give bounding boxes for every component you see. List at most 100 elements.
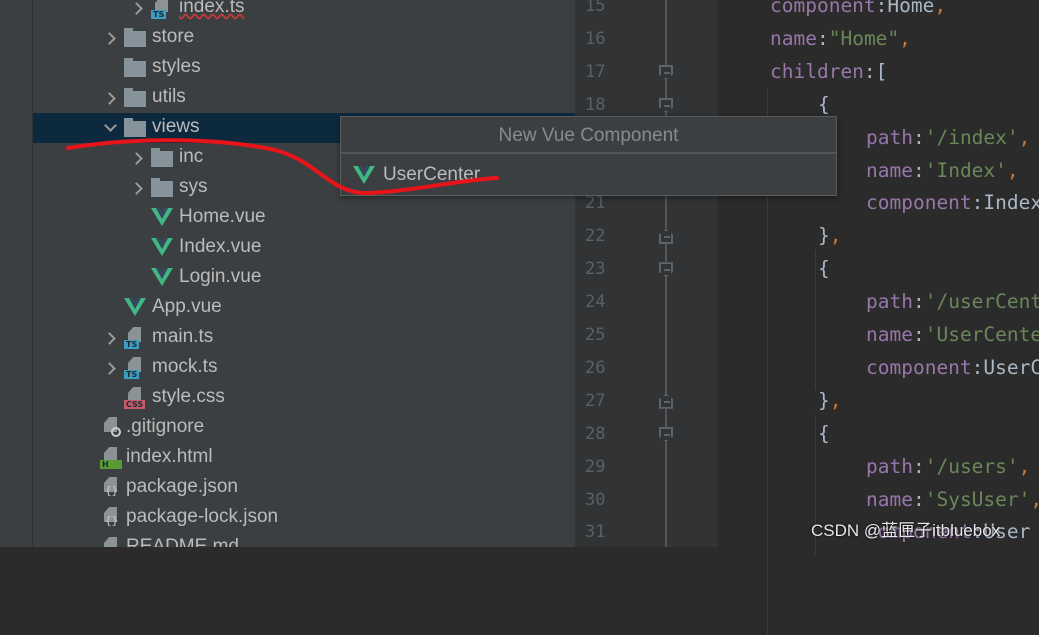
line-number: 21 <box>585 193 606 214</box>
code-line: name:'SysUser', <box>866 488 1039 511</box>
chevron-right-icon[interactable] <box>131 182 143 194</box>
code-token: path <box>866 125 913 149</box>
code-line: { <box>818 257 830 280</box>
code-line: { <box>818 422 830 445</box>
code-token: :[ <box>863 59 888 83</box>
tree-item-label: style.css <box>152 386 225 407</box>
code-token: "Home" <box>828 26 900 50</box>
folder-icon <box>124 117 146 139</box>
code-token: : <box>912 487 925 511</box>
ts-file-icon: TS <box>124 327 146 349</box>
ignore-file-icon <box>100 417 122 439</box>
code-line: name:'Index', <box>866 159 1019 182</box>
code-token: : <box>912 323 925 346</box>
chevron-right-icon[interactable] <box>104 332 116 344</box>
line-number: 27 <box>585 390 606 411</box>
line-number: 17 <box>585 61 606 82</box>
code-token: : <box>912 290 925 314</box>
chevron-right-icon[interactable] <box>104 92 116 104</box>
tree-item[interactable]: Home.vue <box>33 203 575 233</box>
code-token: : <box>912 125 925 149</box>
tree-item[interactable]: Hindex.html <box>33 443 575 473</box>
chevron-right-icon[interactable] <box>104 32 116 44</box>
code-token: name <box>770 26 817 50</box>
tree-item[interactable]: Index.vue <box>33 233 575 263</box>
tree-item[interactable]: Login.vue <box>33 263 575 293</box>
component-name-value: UserCenter <box>383 163 481 185</box>
vue-file-icon <box>151 237 173 259</box>
code-token: :Index <box>971 191 1039 215</box>
folder-icon <box>124 87 146 109</box>
tree-item-label: styles <box>152 56 201 77</box>
tree-item[interactable]: store <box>33 23 575 53</box>
code-token: 'SysUser' <box>924 487 1031 511</box>
vue-icon <box>353 165 375 184</box>
ts-file-icon: TS <box>124 357 146 379</box>
tree-item-label: package.json <box>126 476 238 497</box>
fold-collapse-icon[interactable] <box>659 262 673 278</box>
code-editor[interactable]: 1516171819202122232425262728293031 compo… <box>575 0 1039 635</box>
code-token: : <box>912 158 925 182</box>
tree-item-label: index.ts <box>179 0 245 17</box>
chevron-right-icon[interactable] <box>104 362 116 374</box>
tree-item[interactable]: README.md <box>33 533 575 547</box>
vue-file-icon <box>124 297 146 319</box>
code-token: { <box>818 92 830 116</box>
tree-item-label: App.vue <box>152 296 222 317</box>
code-token: name <box>866 158 913 182</box>
folder-icon <box>124 57 146 79</box>
md-file-icon <box>100 537 122 547</box>
html-file-icon: H <box>100 447 122 469</box>
code-token: } <box>818 388 830 412</box>
tree-item-label: Home.vue <box>179 206 266 227</box>
code-token: , <box>1018 125 1031 149</box>
chevron-right-icon[interactable] <box>131 152 143 164</box>
tree-item[interactable]: styles <box>33 53 575 83</box>
line-number: 28 <box>585 423 606 444</box>
code-line: component:Index <box>866 191 1039 214</box>
line-number: 23 <box>585 259 606 280</box>
dialog-title: New Vue Component <box>341 117 836 154</box>
tree-item[interactable]: utils <box>33 83 575 113</box>
tree-item[interactable]: App.vue <box>33 293 575 323</box>
code-token: path <box>866 454 913 478</box>
tree-item[interactable]: {} package.json <box>33 473 575 503</box>
chevron-right-icon[interactable] <box>131 2 143 14</box>
project-tree[interactable]: TS index.ts store styles utils views inc sys Hom… <box>33 0 575 547</box>
tree-item[interactable]: CSS style.css <box>33 383 575 413</box>
fold-end-icon[interactable] <box>659 393 673 409</box>
line-number: 26 <box>585 357 606 378</box>
chevron-down-icon[interactable] <box>104 122 116 134</box>
component-name-input[interactable]: UserCenter <box>341 154 836 195</box>
code-token: component <box>770 0 876 17</box>
code-token: children <box>770 59 864 83</box>
code-token: , <box>899 26 911 50</box>
tree-item-label: package-lock.json <box>126 506 279 527</box>
fold-collapse-icon[interactable] <box>659 426 673 442</box>
code-token: , <box>1018 454 1031 478</box>
new-vue-component-dialog: New Vue Component UserCenter <box>340 116 837 196</box>
tree-item[interactable]: TS main.ts <box>33 323 575 353</box>
line-number: 15 <box>585 0 606 16</box>
tree-item[interactable]: .gitignore <box>33 413 575 443</box>
folder-icon <box>124 27 146 49</box>
code-token: , <box>1006 158 1019 182</box>
tree-item[interactable]: TS index.ts <box>33 0 575 23</box>
line-number: 25 <box>585 325 606 345</box>
code-token: '/users' <box>924 454 1019 478</box>
code-token: 'Index' <box>924 158 1007 182</box>
tree-item-label: README.md <box>126 536 239 547</box>
tree-item-label: utils <box>152 86 186 107</box>
tree-item-label: index.html <box>126 446 213 467</box>
fold-collapse-icon[interactable] <box>659 97 673 113</box>
code-line: name:"Home", <box>770 27 911 50</box>
code-token: component <box>866 191 972 215</box>
code-token: component <box>866 355 972 379</box>
fold-end-icon[interactable] <box>659 229 673 245</box>
tree-item[interactable]: {} package-lock.json <box>33 503 575 533</box>
fold-collapse-icon[interactable] <box>659 64 673 80</box>
code-line: component:UserC <box>866 356 1039 379</box>
code-line: }, <box>818 224 842 247</box>
tree-item[interactable]: TS mock.ts <box>33 353 575 383</box>
editor-gutter: 1516171819202122232425262728293031 <box>575 0 718 547</box>
